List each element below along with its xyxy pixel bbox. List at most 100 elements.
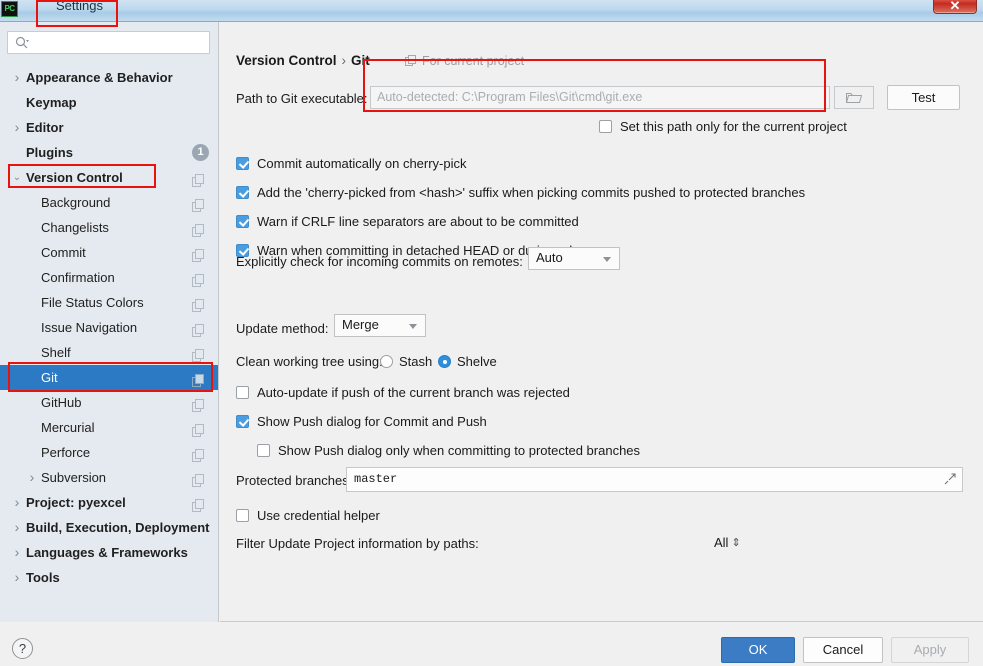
shelve-label: Shelve: [457, 354, 497, 369]
sidebar-item-label: Confirmation: [41, 270, 115, 285]
sidebar-item-label: Perforce: [41, 445, 91, 460]
sidebar-item-subversion[interactable]: › Subversion: [0, 465, 218, 490]
stash-radio[interactable]: [380, 355, 393, 368]
copy-icon: [192, 470, 205, 487]
copy-icon: [192, 170, 205, 187]
search-box[interactable]: [7, 31, 210, 54]
browse-button[interactable]: [834, 86, 874, 109]
auto-update-checkbox[interactable]: [236, 386, 249, 399]
chevron-down-icon[interactable]: ⌄: [11, 165, 23, 190]
sidebar-item-label: Tools: [26, 570, 60, 585]
plugins-update-badge: 1: [192, 144, 209, 161]
copy-icon: [192, 345, 205, 362]
sidebar-item-languages-frameworks[interactable]: › Languages & Frameworks: [0, 540, 218, 565]
git-option-checkbox-1[interactable]: [236, 186, 249, 199]
sidebar-item-github[interactable]: GitHub: [0, 390, 218, 415]
show-push-protected-checkbox[interactable]: [257, 444, 270, 457]
chevron-down-icon: [409, 324, 417, 329]
chevron-down-icon: [603, 257, 611, 262]
test-button[interactable]: Test: [887, 85, 960, 110]
sidebar-item-label: Commit: [41, 245, 86, 260]
incoming-commits-select[interactable]: Auto: [528, 247, 620, 270]
chevron-right-icon[interactable]: ›: [11, 490, 23, 515]
set-path-only-checkbox[interactable]: [599, 120, 612, 133]
copy-icon: [192, 395, 205, 412]
settings-main-panel: Version Control › Git For current project …: [220, 22, 983, 622]
protected-branches-input[interactable]: master: [346, 467, 963, 492]
sidebar-item-confirmation[interactable]: Confirmation: [0, 265, 218, 290]
sidebar-item-tools[interactable]: › Tools: [0, 565, 218, 590]
git-option-checkbox-0[interactable]: [236, 157, 249, 170]
sidebar-item-issue-navigation[interactable]: Issue Navigation: [0, 315, 218, 340]
credential-helper-label: Use credential helper: [257, 508, 380, 523]
sidebar-item-plugins[interactable]: Plugins 1: [0, 140, 218, 165]
dialog-footer: ? OK Cancel Apply: [0, 623, 983, 666]
set-path-only-label: Set this path only for the current proje…: [620, 119, 847, 134]
copy-icon: [192, 195, 205, 212]
sidebar-item-keymap[interactable]: Keymap: [0, 90, 218, 115]
sidebar-item-file-status-colors[interactable]: File Status Colors: [0, 290, 218, 315]
copy-icon: [192, 445, 205, 462]
sidebar-item-changelists[interactable]: Changelists: [0, 215, 218, 240]
filter-paths-spinner[interactable]: All ⇕: [714, 535, 741, 550]
settings-tree: › Appearance & Behavior Keymap › Editor Plugi…: [0, 65, 218, 590]
git-path-input[interactable]: Auto-detected: C:\Program Files\Git\cmd\…: [370, 86, 830, 109]
chevron-right-icon[interactable]: ›: [26, 465, 38, 490]
sidebar-item-project-pyexcel[interactable]: › Project: pyexcel: [0, 490, 218, 515]
cancel-button[interactable]: Cancel: [803, 637, 883, 663]
sidebar-item-label: Editor: [26, 120, 64, 135]
chevron-right-icon[interactable]: ›: [11, 565, 23, 590]
sidebar-item-label: Mercurial: [41, 420, 95, 435]
sidebar-item-perforce[interactable]: Perforce: [0, 440, 218, 465]
sidebar-item-version-control[interactable]: ⌄ Version Control: [0, 165, 218, 190]
git-option-checkbox-2[interactable]: [236, 215, 249, 228]
sidebar-item-git[interactable]: Git: [0, 365, 218, 390]
copy-icon: [405, 55, 417, 70]
copy-icon: [192, 295, 205, 312]
for-current-project-note: For current project: [405, 54, 524, 70]
clean-tree-label: Clean working tree using:: [236, 354, 383, 369]
ok-button[interactable]: OK: [721, 637, 795, 663]
sidebar-item-commit[interactable]: Commit: [0, 240, 218, 265]
sidebar-item-label: GitHub: [41, 395, 82, 410]
chevron-right-icon[interactable]: ›: [11, 115, 23, 140]
copy-icon: [192, 320, 205, 337]
search-input[interactable]: [34, 34, 204, 51]
incoming-commits-value: Auto: [536, 250, 563, 265]
chevron-right-icon[interactable]: ›: [11, 515, 23, 540]
path-label: Path to Git executable:: [236, 91, 368, 106]
window-titlebar: PC Settings ✕: [0, 0, 983, 22]
breadcrumb-leaf: Git: [351, 53, 370, 68]
sidebar-item-mercurial[interactable]: Mercurial: [0, 415, 218, 440]
chevron-right-icon[interactable]: ›: [11, 540, 23, 565]
sidebar-item-background[interactable]: Background: [0, 190, 218, 215]
show-push-dialog-checkbox[interactable]: [236, 415, 249, 428]
credential-helper-checkbox[interactable]: [236, 509, 249, 522]
sidebar-item-appearance-behavior[interactable]: › Appearance & Behavior: [0, 65, 218, 90]
help-button[interactable]: ?: [12, 638, 33, 659]
settings-sidebar: › Appearance & Behavior Keymap › Editor Plugi…: [0, 22, 219, 622]
sidebar-item-label: Plugins: [26, 145, 73, 160]
auto-update-label: Auto-update if push of the current branc…: [257, 385, 570, 400]
spinner-arrows-icon: ⇕: [731, 537, 741, 549]
sidebar-item-shelf[interactable]: Shelf: [0, 340, 218, 365]
update-method-select[interactable]: Merge: [334, 314, 426, 337]
sidebar-item-label: Shelf: [41, 345, 71, 360]
copy-icon: [192, 245, 205, 262]
filter-paths-label: Filter Update Project information by pat…: [236, 536, 479, 551]
sidebar-item-label: Background: [41, 195, 111, 210]
sidebar-item-label: Git: [41, 370, 58, 385]
breadcrumb-root[interactable]: Version Control: [236, 53, 337, 68]
sidebar-item-label: Languages & Frameworks: [26, 545, 188, 560]
git-path-placeholder: Auto-detected: C:\Program Files\Git\cmd\…: [377, 90, 643, 104]
expand-icon[interactable]: [944, 473, 956, 487]
close-icon[interactable]: ✕: [933, 0, 977, 14]
shelve-radio[interactable]: [438, 355, 451, 368]
sidebar-item-label: File Status Colors: [41, 295, 144, 310]
sidebar-item-editor[interactable]: › Editor: [0, 115, 218, 140]
sidebar-item-label: Build, Execution, Deployment: [26, 520, 210, 535]
sidebar-item-label: Changelists: [41, 220, 109, 235]
chevron-right-icon[interactable]: ›: [11, 65, 23, 90]
apply-button[interactable]: Apply: [891, 637, 969, 663]
sidebar-item-build-execution-deployment[interactable]: › Build, Execution, Deployment: [0, 515, 218, 540]
